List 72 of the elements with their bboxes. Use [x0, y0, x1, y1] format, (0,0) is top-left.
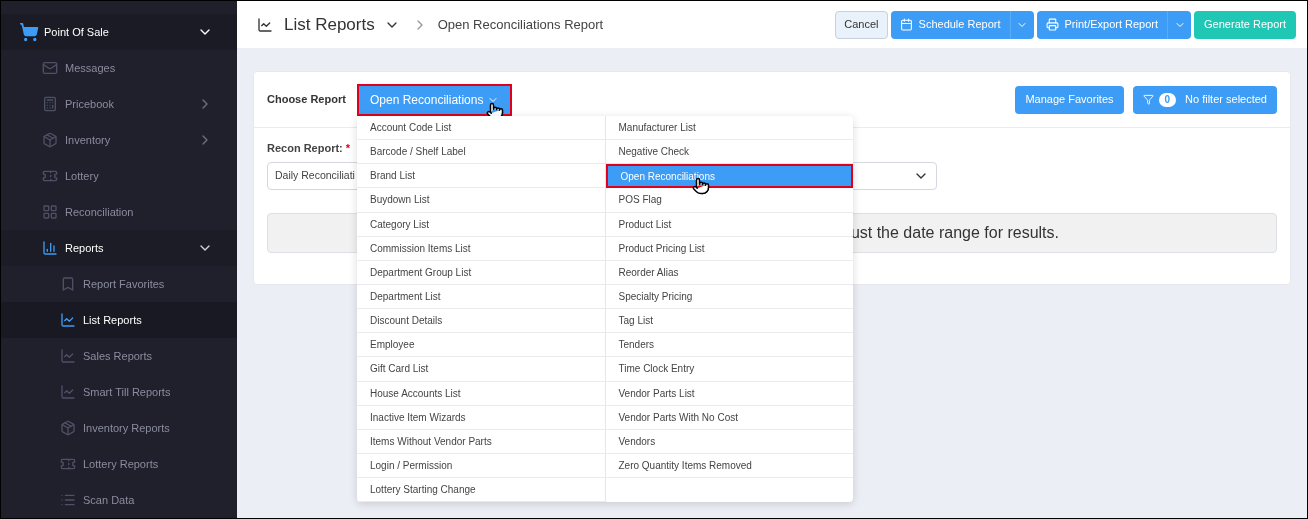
- grid-icon: [42, 204, 58, 220]
- menu-item[interactable]: Tenders: [605, 333, 853, 358]
- sidebar-item[interactable]: List Reports: [1, 302, 237, 338]
- page-title: List Reports: [284, 13, 375, 36]
- envelope-icon: [42, 60, 58, 76]
- cancel-button[interactable]: Cancel: [835, 10, 888, 39]
- sidebar-section[interactable]: Point Of Sale: [1, 14, 237, 50]
- sidebar-item[interactable]: Scan Data: [1, 482, 237, 518]
- menu-item[interactable]: Product Pricing List: [605, 236, 853, 261]
- menu-item[interactable]: Inactive Item Wizards: [357, 405, 605, 430]
- recon-report-label: Recon Report:: [267, 141, 343, 156]
- list-icon: [60, 492, 76, 508]
- menu-item[interactable]: Items Without Vendor Parts: [357, 429, 605, 454]
- cart-icon: [19, 22, 39, 42]
- sidebar-item[interactable]: Smart Till Reports: [1, 374, 237, 410]
- sidebar-item[interactable]: Inventory: [1, 122, 237, 158]
- filter-label: No filter selected: [1185, 92, 1267, 108]
- line-chart-icon: [60, 348, 76, 364]
- menu-item[interactable]: Gift Card List: [357, 357, 605, 382]
- menu-item[interactable]: Product List: [605, 212, 853, 237]
- menu-item[interactable]: Buydown List: [357, 188, 605, 213]
- sidebar-item[interactable]: Reconciliation: [1, 194, 237, 230]
- box-icon: [42, 132, 58, 148]
- sidebar-item[interactable]: Sales Reports: [1, 338, 237, 374]
- menu-item[interactable]: Employee: [357, 333, 605, 358]
- sidebar-item[interactable]: Lottery Reports: [1, 446, 237, 482]
- filter-icon: [1142, 94, 1154, 105]
- ticket-icon: [42, 168, 58, 184]
- filter-count-badge: 0: [1158, 92, 1177, 107]
- calculator-icon: [42, 96, 58, 112]
- menu-item[interactable]: Discount Details: [357, 309, 605, 334]
- sidebar-item[interactable]: Reports: [1, 230, 237, 266]
- printer-icon: [1045, 18, 1059, 31]
- menu-item[interactable]: Vendors: [605, 429, 853, 454]
- menu-item[interactable]: Reorder Alias: [605, 260, 853, 285]
- sidebar-item[interactable]: Lottery: [1, 158, 237, 194]
- menu-item[interactable]: Account Code List: [357, 116, 605, 141]
- menu-item[interactable]: Vendor Parts With No Cost: [605, 405, 853, 430]
- menu-item[interactable]: Specialty Pricing: [605, 285, 853, 310]
- menu-item[interactable]: Department List: [357, 285, 605, 310]
- menu-item[interactable]: Vendor Parts List: [605, 381, 853, 406]
- calendar-icon: [899, 18, 913, 31]
- menu-item[interactable]: House Accounts List: [357, 381, 605, 406]
- menu-item[interactable]: Commission Items List: [357, 236, 605, 261]
- bookmark-icon: [60, 276, 76, 292]
- menu-item[interactable]: POS Flag: [605, 188, 853, 213]
- menu-item[interactable]: Lottery Starting Change: [357, 478, 605, 503]
- choose-report-label: Choose Report: [267, 92, 347, 108]
- menu-item[interactable]: Time Clock Entry: [605, 357, 853, 382]
- menu-item[interactable]: Barcode / Shelf Label: [357, 140, 605, 165]
- dropdown-toggle[interactable]: [1167, 10, 1192, 39]
- ticket-icon: [60, 456, 76, 472]
- sidebar-item[interactable]: Inventory Reports: [1, 410, 237, 446]
- box-icon: [60, 420, 76, 436]
- bar-chart-icon: [42, 240, 58, 256]
- breadcrumb: Open Reconciliations Report: [437, 15, 604, 34]
- sidebar-item[interactable]: Report Favorites: [1, 266, 237, 302]
- menu-item[interactable]: Category List: [357, 212, 605, 237]
- line-chart-icon: [257, 16, 273, 33]
- menu-item[interactable]: Tag List: [605, 309, 853, 334]
- menu-item[interactable]: Brand List: [357, 164, 605, 189]
- menu-item[interactable]: Login / Permission: [357, 453, 605, 479]
- menu-item[interactable]: Department Group List: [357, 260, 605, 285]
- menu-item[interactable]: Manufacturer List: [605, 116, 853, 141]
- sidebar-item[interactable]: Pricebook: [1, 86, 237, 122]
- line-chart-icon: [60, 312, 76, 328]
- sidebar-item[interactable]: Messages: [1, 50, 237, 86]
- required-mark: *: [345, 141, 351, 156]
- dropdown-toggle[interactable]: [1009, 10, 1034, 39]
- line-chart-icon: [60, 384, 76, 400]
- section-label: Point Of Sale: [44, 24, 109, 40]
- menu-item[interactable]: Zero Quantity Items Removed: [605, 453, 853, 479]
